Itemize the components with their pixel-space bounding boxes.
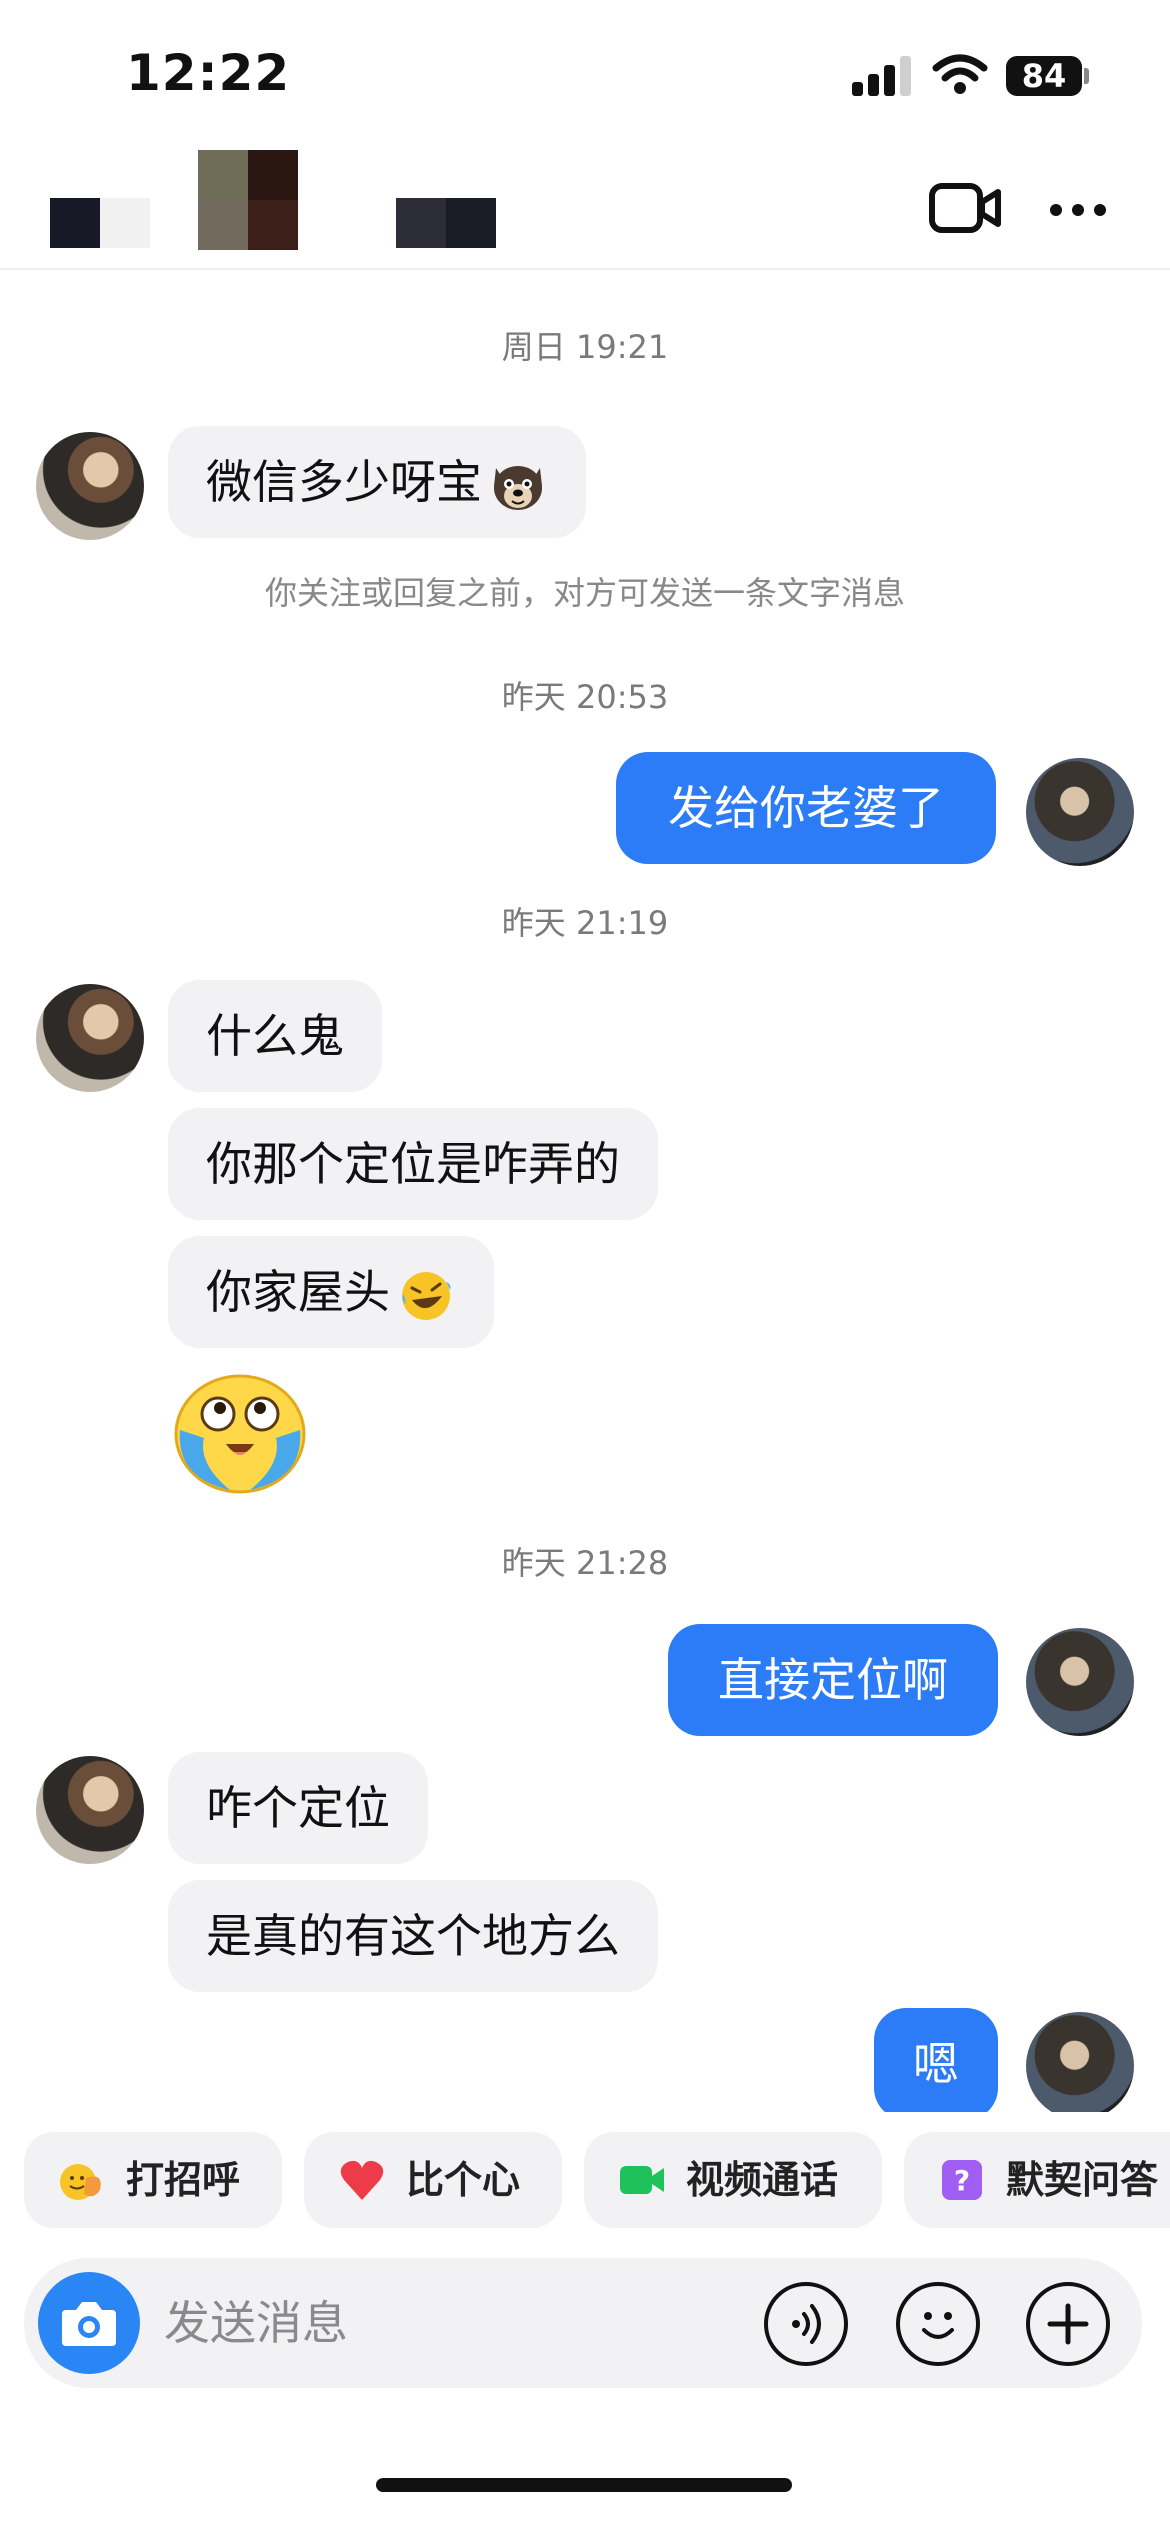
home-indicator[interactable]: [376, 2478, 792, 2492]
incoming-message[interactable]: 微信多少呀宝: [168, 426, 586, 538]
message-input[interactable]: 发送消息: [164, 2258, 348, 2388]
timestamp: 周日 19:21: [501, 328, 669, 366]
camera-icon: [62, 2302, 116, 2346]
contact-avatar[interactable]: [36, 1756, 144, 1864]
status-bar: 12:22 84: [0, 0, 1170, 150]
incoming-message[interactable]: 什么鬼: [168, 980, 382, 1092]
chip-label: 打招呼: [126, 2158, 241, 2202]
outgoing-message[interactable]: 直接定位啊: [668, 1624, 998, 1736]
message-text: 微信多少呀宝: [206, 455, 482, 509]
outgoing-message[interactable]: 嗯: [874, 2008, 998, 2112]
crying-face-sticker[interactable]: [170, 1368, 310, 1498]
outgoing-message[interactable]: 发给你老婆了: [616, 752, 996, 864]
cellular-signal-icon: [852, 56, 914, 96]
heart-icon: [340, 2160, 384, 2200]
chip-label: 视频通话: [686, 2158, 839, 2202]
wave-button[interactable]: 打招呼: [24, 2132, 282, 2228]
smiley-icon: [922, 2312, 954, 2339]
timestamp: 昨天 21:28: [501, 1544, 669, 1582]
video-call-icon: [620, 2166, 664, 2194]
chip-label: 默契问答: [1006, 2158, 1159, 2202]
message-input-bar: 发送消息: [24, 2258, 1142, 2388]
plus-button[interactable]: [1026, 2282, 1110, 2366]
voice-icon: [792, 2304, 821, 2344]
dog-face-emoji: [494, 465, 542, 510]
camera-button[interactable]: [38, 2272, 140, 2374]
svg-text:?: ?: [954, 2164, 970, 2197]
follow-notice: 你关注或回复之前，对方可发送一条文字消息: [264, 574, 905, 612]
incoming-message[interactable]: 咋个定位: [168, 1752, 428, 1864]
wave-hand-icon: [60, 2164, 101, 2200]
contact-avatar[interactable]: [36, 984, 144, 1092]
battery-cap: [1084, 68, 1089, 84]
quick-actions-row: 打招呼 比个心 视频通话 ? 默契问答: [0, 2132, 1170, 2232]
voice-button[interactable]: [764, 2282, 848, 2366]
quiz-button[interactable]: ? 默契问答: [904, 2132, 1170, 2228]
timestamp: 昨天 21:19: [501, 904, 669, 942]
my-avatar[interactable]: [1026, 1628, 1134, 1736]
incoming-message[interactable]: 你家屋头: [168, 1236, 494, 1348]
heart-button[interactable]: 比个心: [304, 2132, 562, 2228]
incoming-message[interactable]: 你那个定位是咋弄的: [168, 1108, 658, 1220]
video-camera-icon[interactable]: [928, 180, 1002, 236]
contact-avatar[interactable]: [36, 432, 144, 540]
message-list: 周日 19:21 微信多少呀宝 你关注或回复之前，对方可发送一条文字消息 昨天 …: [0, 272, 1170, 2112]
status-time: 12:22: [126, 44, 291, 102]
incoming-message[interactable]: 是真的有这个地方么: [168, 1880, 658, 1992]
timestamp: 昨天 20:53: [501, 678, 669, 716]
video-call-button[interactable]: 视频通话: [584, 2132, 882, 2228]
emoji-button[interactable]: [896, 2282, 980, 2366]
chip-label: 比个心: [406, 2158, 521, 2202]
my-avatar[interactable]: [1026, 2012, 1134, 2112]
wifi-icon: [932, 54, 988, 94]
question-box-icon: ?: [942, 2160, 982, 2200]
plus-icon: [1047, 2303, 1089, 2345]
battery-indicator: 84: [1006, 56, 1082, 96]
more-dots-icon[interactable]: [1050, 194, 1116, 224]
rolling-laughing-emoji: [402, 1271, 451, 1320]
my-avatar[interactable]: [1026, 758, 1134, 866]
message-text: 你家屋头: [206, 1265, 390, 1319]
chat-header: [0, 150, 1170, 270]
